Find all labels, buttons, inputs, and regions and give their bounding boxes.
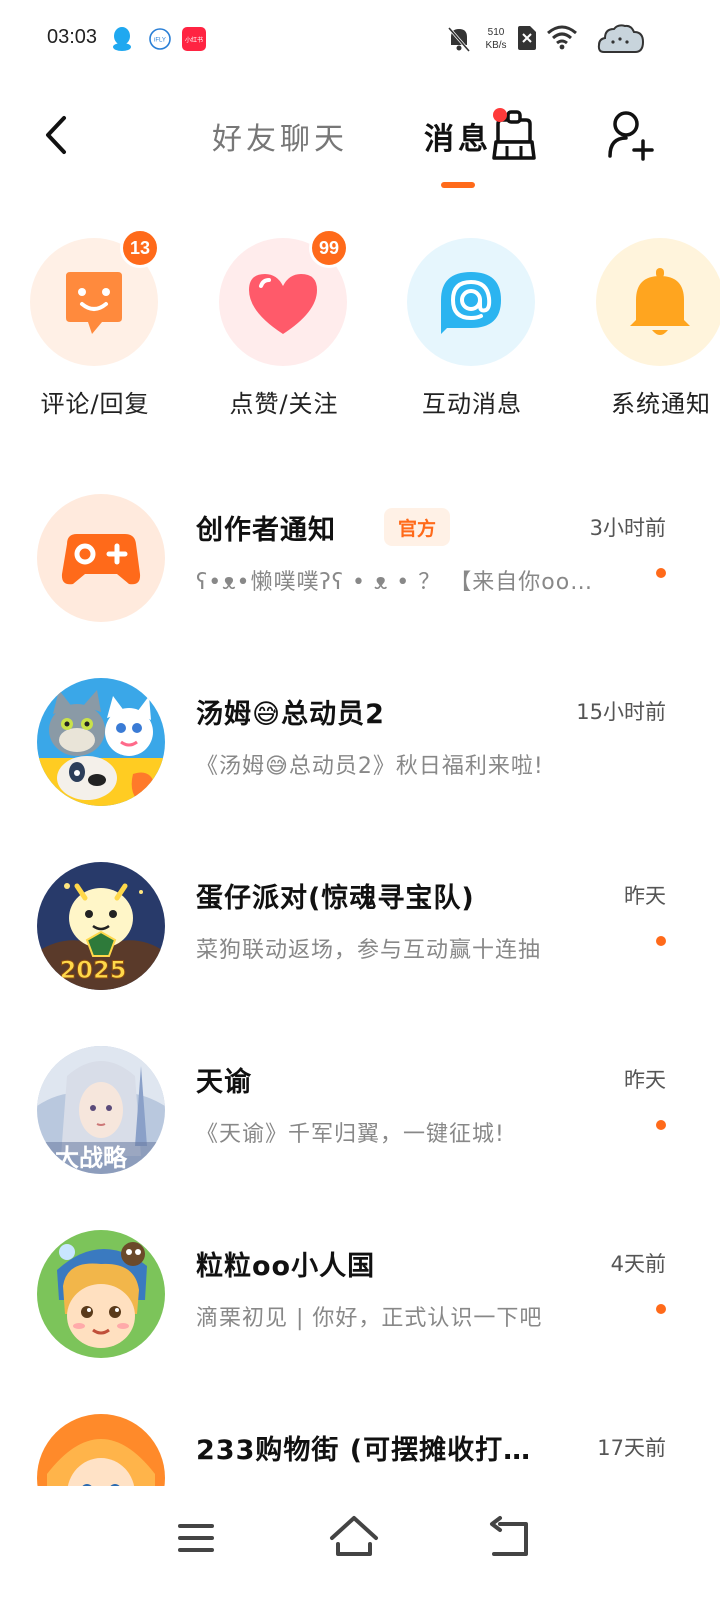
add-friend-icon[interactable] xyxy=(604,106,658,166)
message-categories: 13 评论/回复 99 点赞/关注 互动消息 系统通知 xyxy=(0,228,720,432)
network-speed: 510 KB/s xyxy=(485,27,507,51)
conversation-list[interactable]: 创作者通知 官方 3小时前 ʕ•ᴥ•懒噗噗ʔʕ • ᴥ • ？ 【来自你oo… xyxy=(0,480,720,1490)
category-icon-bg xyxy=(407,238,535,366)
talking-tom-avatar xyxy=(37,678,165,806)
xiaohongshu-icon: 小红书 xyxy=(182,27,206,51)
svg-text:大战略: 大战略 xyxy=(55,1143,128,1172)
conversation-time: 4天前 xyxy=(610,1252,666,1276)
category-label: 点赞/关注 xyxy=(229,390,339,418)
clear-unread-broom-icon[interactable] xyxy=(488,106,540,164)
avatar xyxy=(37,1414,165,1490)
category-likes-follows[interactable]: 99 点赞/关注 xyxy=(189,228,369,432)
tab-messages[interactable]: 消息 xyxy=(424,114,492,158)
category-label: 互动消息 xyxy=(422,390,522,418)
lili-avatar xyxy=(37,1230,165,1358)
home-icon[interactable] xyxy=(326,1510,382,1566)
unread-dot xyxy=(656,936,666,946)
top-header: 好友聊天 消息 xyxy=(0,88,720,198)
system-nav-bar xyxy=(0,1486,720,1600)
back-nav-icon[interactable] xyxy=(484,1510,540,1566)
conversation-row[interactable]: 创作者通知 官方 3小时前 ʕ•ᴥ•懒噗噗ʔʕ • ᴥ • ？ 【来自你oo… xyxy=(0,480,720,664)
bell-icon xyxy=(630,268,690,335)
conversation-name: 蛋仔派对(惊魂寻宝队) xyxy=(196,883,475,914)
conversation-name: 天谕 xyxy=(196,1067,252,1098)
menu-icon[interactable] xyxy=(168,1510,224,1566)
avatar xyxy=(37,678,165,806)
conversation-preview: 滴栗初见 | 你好，正式认识一下吧 xyxy=(196,1306,543,1331)
unread-dot xyxy=(656,568,666,578)
gamepad-icon xyxy=(61,534,141,585)
conversation-row[interactable]: 233购物街 (可摆摊收打… 17天前 xyxy=(0,1400,720,1490)
conversation-time: 15小时前 xyxy=(576,700,666,724)
ifly-icon: iFLY xyxy=(149,28,171,50)
category-system-notice[interactable]: 系统通知 xyxy=(566,232,720,432)
svg-text:iFLY: iFLY xyxy=(154,38,166,44)
unread-dot xyxy=(656,1304,666,1314)
avatar: 2025 xyxy=(37,862,165,990)
comments-unread-badge: 13 xyxy=(120,228,160,268)
conversation-preview: 《汤姆😅总动员2》秋日福利来啦! xyxy=(196,754,544,779)
messages-screen: 03:03 iFLY 小红书 510 KB/s 好友聊天 消息 13 评论/回复… xyxy=(0,0,720,1600)
conversation-time: 3小时前 xyxy=(589,516,666,540)
battery-cloud-icon xyxy=(597,24,645,53)
eggy-party-avatar: 2025 xyxy=(37,862,165,990)
category-comments-replies[interactable]: 13 评论/回复 xyxy=(0,228,180,432)
conversation-row[interactable]: 大战略 天谕 昨天 《天谕》千军归翼，一键征城! xyxy=(0,1032,720,1216)
conversation-time: 昨天 xyxy=(624,884,666,908)
avatar xyxy=(37,494,165,622)
category-interactions[interactable]: 互动消息 xyxy=(377,232,557,432)
sim-disabled-icon xyxy=(518,26,536,50)
conversation-time: 昨天 xyxy=(624,1068,666,1092)
conversation-name: 汤姆😅总动员2 xyxy=(196,699,385,730)
likes-unread-badge: 99 xyxy=(309,228,349,268)
conversation-name: 粒粒oo小人国 xyxy=(196,1251,376,1282)
shopping-street-avatar xyxy=(37,1414,165,1490)
category-label: 系统通知 xyxy=(611,390,711,418)
at-sign-icon xyxy=(441,272,501,334)
status-time: 03:03 xyxy=(47,26,98,48)
wifi-icon xyxy=(547,25,577,50)
category-icon-bg xyxy=(596,238,720,366)
conversation-name: 创作者通知 xyxy=(196,515,336,546)
avatar: 大战略 xyxy=(37,1046,165,1174)
mute-bell-icon xyxy=(447,27,471,52)
conversation-row[interactable]: 2025 蛋仔派对(惊魂寻宝队) 昨天 菜狗联动返场，参与互动赢十连抽 xyxy=(0,848,720,1032)
active-tab-indicator xyxy=(441,182,475,188)
qq-icon xyxy=(113,27,131,51)
status-bar: 03:03 iFLY 小红书 510 KB/s xyxy=(0,0,720,80)
unread-dot xyxy=(656,1120,666,1130)
conversation-preview: ʕ•ᴥ•懒噗噗ʔʕ • ᴥ • ？ 【来自你oo… xyxy=(196,570,594,595)
svg-text:2025: 2025 xyxy=(60,956,127,984)
tab-friend-chat[interactable]: 好友聊天 xyxy=(212,114,348,158)
official-badge: 官方 xyxy=(384,508,451,546)
conversation-preview: 菜狗联动返场，参与互动赢十连抽 xyxy=(196,938,542,963)
back-arrow-icon[interactable] xyxy=(36,110,80,160)
svg-text:小红书: 小红书 xyxy=(185,36,203,44)
avatar xyxy=(37,1230,165,1358)
conversation-row[interactable]: 汤姆😅总动员2 15小时前 《汤姆😅总动员2》秋日福利来啦! xyxy=(0,664,720,848)
tianyu-avatar: 大战略 xyxy=(37,1046,165,1174)
conversation-time: 17天前 xyxy=(597,1436,666,1460)
conversation-name: 233购物街 (可摆摊收打… xyxy=(196,1435,532,1466)
conversation-row[interactable]: 粒粒oo小人国 4天前 滴栗初见 | 你好，正式认识一下吧 xyxy=(0,1216,720,1400)
conversation-preview: 《天谕》千军归翼，一键征城! xyxy=(196,1122,505,1147)
category-label: 评论/回复 xyxy=(40,390,150,418)
